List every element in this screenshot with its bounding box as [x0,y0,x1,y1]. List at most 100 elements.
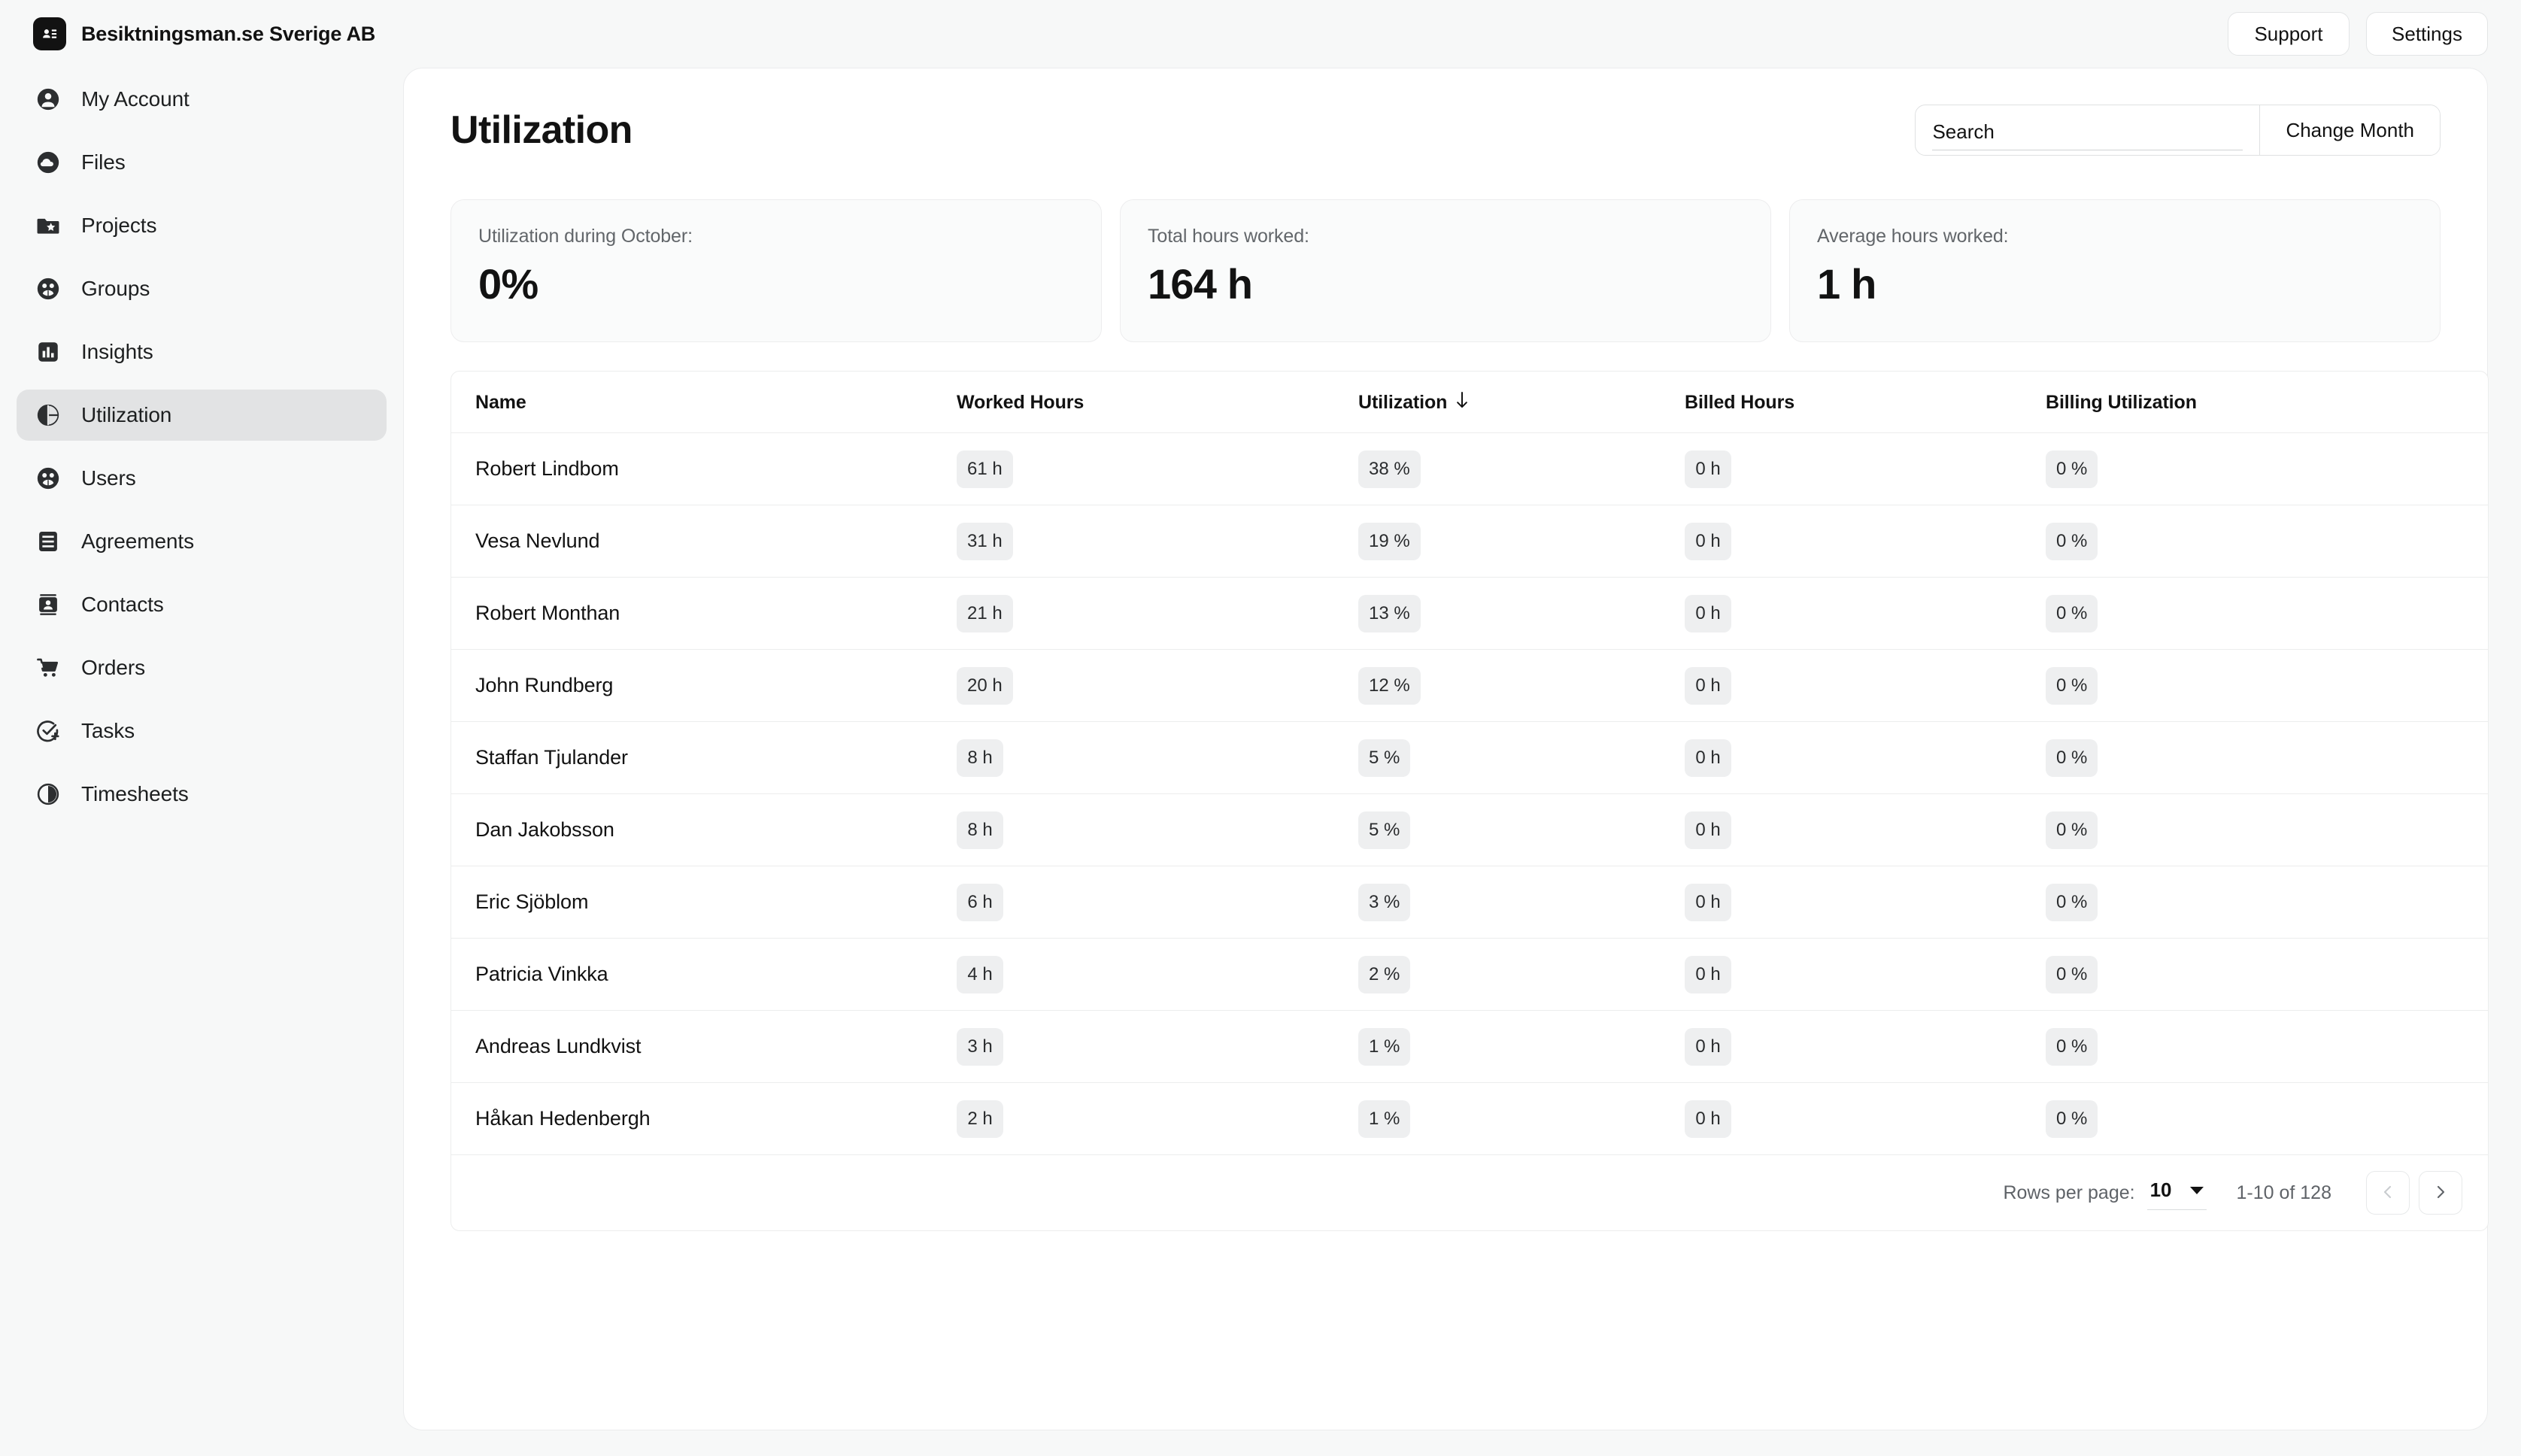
cell-billing-utilization: 0 % [2046,505,2488,578]
cell-billing-utilization: 0 % [2046,721,2488,794]
cell-billing-utilization: 0 % [2046,649,2488,722]
worked-hours-chip: 61 h [957,450,1013,488]
billed-hours-chip: 0 h [1685,1027,1731,1066]
sidebar-item-label: Contacts [81,593,164,616]
cell-billing-utilization: 0 % [2046,866,2488,939]
table-row[interactable]: Dan Jakobsson 8 h 5 % 0 h 0 % [451,793,2488,866]
stat-card-average-hours: Average hours worked: 1 h [1789,199,2441,342]
user-name: Håkan Hedenbergh [475,1107,651,1130]
cell-billed-hours: 0 h [1685,721,2046,794]
sidebar-item-label: Users [81,466,136,490]
stat-value: 1 h [1817,260,1876,308]
page-title: Utilization [451,108,633,152]
sidebar-item-label: Utilization [81,403,172,426]
top-bar: Besiktningsman.se Sverige AB Support Set… [0,0,2521,68]
billing-utilization-chip: 0 % [2046,522,2098,560]
cell-worked-hours: 8 h [957,793,1358,866]
column-header-billing-utilization[interactable]: Billing Utilization [2046,372,2488,433]
billed-hours-chip: 0 h [1685,450,1731,488]
search-input[interactable] [1932,120,2243,150]
worked-hours-chip: 20 h [957,666,1013,705]
support-button[interactable]: Support [2228,12,2350,56]
rows-per-page-select[interactable]: 10 [2146,1175,2207,1210]
billed-hours-chip: 0 h [1685,739,1731,777]
brand: Besiktningsman.se Sverige AB [33,17,375,50]
column-header-name[interactable]: Name [451,372,957,433]
arrow-down-icon [1455,391,1470,414]
sidebar-item-projects[interactable]: Projects [17,200,387,251]
utilization-table: Name Worked Hours Utilization Billed Hou… [451,372,2488,1155]
sidebar-item-tasks[interactable]: Tasks [17,705,387,757]
sidebar-item-label: Orders [81,656,145,679]
top-bar-actions: Support Settings [2228,12,2488,56]
table-row[interactable]: John Rundberg 20 h 12 % 0 h 0 % [451,649,2488,722]
billing-utilization-chip: 0 % [2046,883,2098,921]
table-row[interactable]: Robert Lindbom 61 h 38 % 0 h 0 % [451,432,2488,505]
sidebar-item-timesheets[interactable]: Timesheets [17,769,387,820]
billing-utilization-chip: 0 % [2046,955,2098,993]
change-month-button[interactable]: Change Month [2260,105,2440,155]
user-name: Vesa Nevlund [475,529,600,552]
sidebar: My Account Files Projects Groups Insight… [0,68,403,1456]
utilization-chip: 38 % [1358,450,1421,488]
user-name: Eric Sjöblom [475,890,589,913]
table-row[interactable]: Patricia Vinkka 4 h 2 % 0 h 0 % [451,938,2488,1011]
user-name: Robert Monthan [475,602,620,624]
sidebar-item-contacts[interactable]: Contacts [17,579,387,630]
cell-worked-hours: 61 h [957,432,1358,505]
cell-billed-hours: 0 h [1685,1082,2046,1155]
table-row[interactable]: Robert Monthan 21 h 13 % 0 h 0 % [451,577,2488,650]
billing-utilization-chip: 0 % [2046,450,2098,488]
cell-name: Staffan Tjulander [451,721,957,794]
billed-hours-chip: 0 h [1685,666,1731,705]
cell-utilization: 19 % [1358,505,1685,578]
user-name: Staffan Tjulander [475,746,628,769]
stat-label: Utilization during October: [478,226,693,247]
previous-page-button[interactable] [2366,1171,2410,1215]
sidebar-item-agreements[interactable]: Agreements [17,516,387,567]
column-header-billed-hours[interactable]: Billed Hours [1685,372,2046,433]
next-page-button[interactable] [2419,1171,2462,1215]
sidebar-item-label: My Account [81,87,190,111]
table-row[interactable]: Staffan Tjulander 8 h 5 % 0 h 0 % [451,721,2488,794]
sidebar-item-insights[interactable]: Insights [17,326,387,378]
table-row[interactable]: Eric Sjöblom 6 h 3 % 0 h 0 % [451,866,2488,939]
worked-hours-chip: 31 h [957,522,1013,560]
sidebar-item-groups[interactable]: Groups [17,263,387,314]
cloud-icon [35,149,62,176]
stat-value: 164 h [1148,260,1253,308]
sidebar-item-my-account[interactable]: My Account [17,74,387,125]
column-header-worked-hours[interactable]: Worked Hours [957,372,1358,433]
table-row[interactable]: Håkan Hedenbergh 2 h 1 % 0 h 0 % [451,1082,2488,1155]
user-name: Patricia Vinkka [475,963,608,985]
cell-billed-hours: 0 h [1685,866,2046,939]
search-field-wrapper [1916,105,2261,155]
column-header-utilization[interactable]: Utilization [1358,372,1685,433]
billed-hours-chip: 0 h [1685,955,1731,993]
stat-label: Total hours worked: [1148,226,1309,247]
cell-utilization: 12 % [1358,649,1685,722]
table-header-row: Name Worked Hours Utilization Billed Hou… [451,372,2488,433]
cell-billing-utilization: 0 % [2046,938,2488,1011]
cell-worked-hours: 4 h [957,938,1358,1011]
column-header-label: Name [475,392,526,413]
sidebar-item-orders[interactable]: Orders [17,642,387,693]
billed-hours-chip: 0 h [1685,811,1731,849]
group-icon [35,465,62,492]
settings-button[interactable]: Settings [2366,12,2488,56]
sidebar-item-files[interactable]: Files [17,137,387,188]
sidebar-item-utilization[interactable]: Utilization [17,390,387,441]
table-row[interactable]: Andreas Lundkvist 3 h 1 % 0 h 0 % [451,1010,2488,1083]
billed-hours-chip: 0 h [1685,1100,1731,1138]
table-row[interactable]: Vesa Nevlund 31 h 19 % 0 h 0 % [451,505,2488,578]
cell-worked-hours: 20 h [957,649,1358,722]
pagination-bar: Rows per page: 10 1-10 of 128 [451,1155,2488,1230]
sidebar-item-label: Groups [81,277,150,300]
cell-utilization: 3 % [1358,866,1685,939]
billing-utilization-chip: 0 % [2046,1027,2098,1066]
bar-chart-icon [35,338,62,366]
contact-card-icon [35,591,62,618]
rows-per-page-value: 10 [2149,1178,2172,1201]
cell-worked-hours: 6 h [957,866,1358,939]
sidebar-item-users[interactable]: Users [17,453,387,504]
